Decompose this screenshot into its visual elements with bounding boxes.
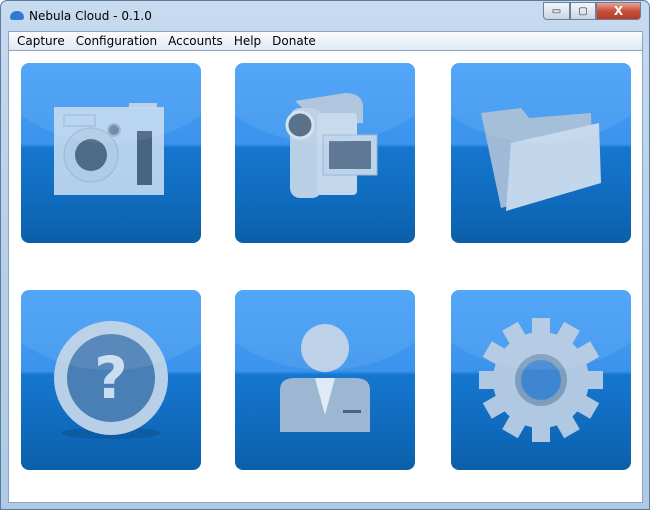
folder-icon xyxy=(481,108,601,211)
accounts-tile[interactable] xyxy=(235,290,415,470)
close-button[interactable]: X xyxy=(596,2,641,20)
settings-tile[interactable] xyxy=(451,290,631,470)
cloud-app-icon xyxy=(10,11,24,20)
minimize-button[interactable]: ▭ xyxy=(543,2,570,20)
capture-video-tile[interactable] xyxy=(235,63,415,243)
window-title: Nebula Cloud - 0.1.0 xyxy=(29,9,152,23)
video-camera-icon xyxy=(285,93,378,198)
gear-icon xyxy=(479,318,603,442)
menu-bar: Capture Configuration Accounts Help Dona… xyxy=(8,31,643,50)
content-area: ? xyxy=(8,50,643,503)
camera-icon xyxy=(54,103,164,195)
files-tile[interactable] xyxy=(451,63,631,243)
help-question-icon: ? xyxy=(54,321,168,439)
menu-configuration[interactable]: Configuration xyxy=(72,34,164,48)
svg-text:?: ? xyxy=(94,344,128,412)
user-icon xyxy=(280,324,370,432)
maximize-button[interactable]: ▢ xyxy=(570,2,596,20)
menu-donate[interactable]: Donate xyxy=(268,34,323,48)
help-tile[interactable]: ? xyxy=(21,290,201,470)
menu-help[interactable]: Help xyxy=(230,34,268,48)
app-window: Nebula Cloud - 0.1.0 ▭ ▢ X Capture Confi… xyxy=(0,0,650,510)
menu-capture[interactable]: Capture xyxy=(13,34,72,48)
capture-screenshot-tile[interactable] xyxy=(21,63,201,243)
menu-accounts[interactable]: Accounts xyxy=(164,34,230,48)
